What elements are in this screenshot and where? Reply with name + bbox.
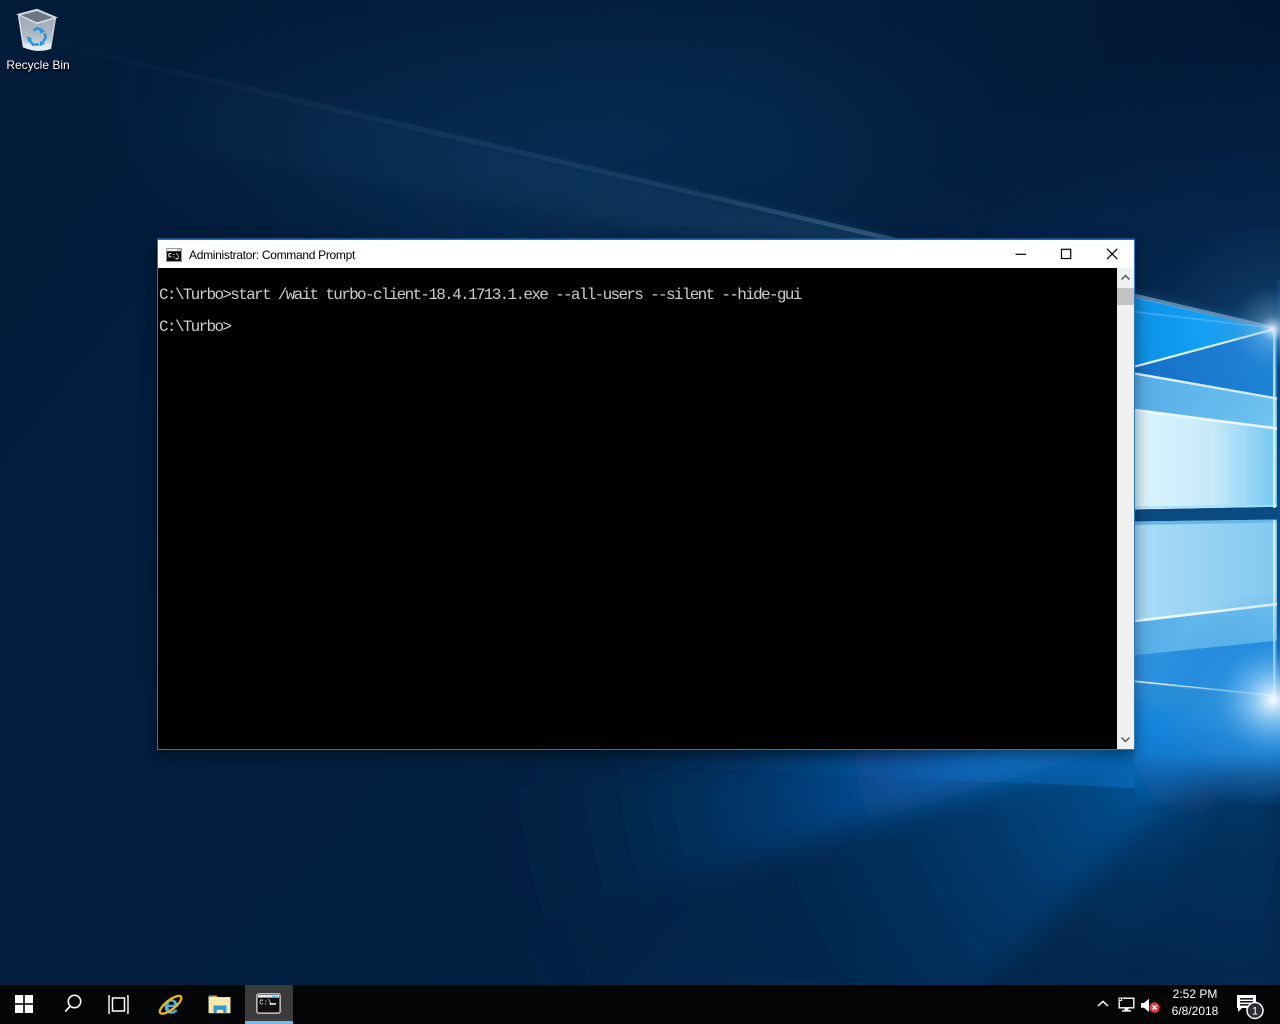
- svg-text:1: 1: [1252, 1006, 1258, 1018]
